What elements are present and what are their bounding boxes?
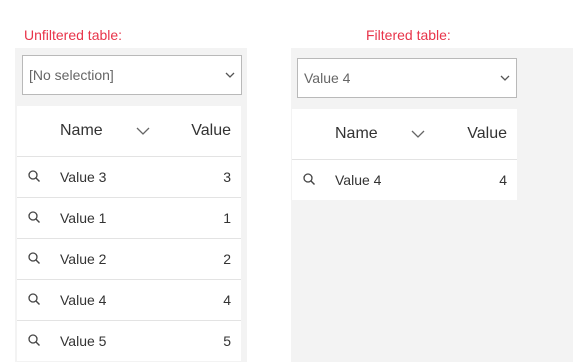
table-body: Value 4 4 bbox=[292, 160, 517, 200]
row-value: 4 bbox=[499, 172, 507, 188]
row-value: 3 bbox=[223, 169, 231, 185]
table-row[interactable]: Value 4 4 bbox=[17, 280, 241, 321]
row-name: Value 4 bbox=[335, 172, 382, 188]
filtered-select-value: Value 4 bbox=[304, 70, 351, 86]
filtered-table: Name Value Value 4 4 bbox=[292, 109, 517, 200]
filtered-caption: Filtered table: bbox=[366, 25, 451, 45]
column-header-value[interactable]: Value bbox=[467, 109, 507, 159]
table-row[interactable]: Value 3 3 bbox=[17, 157, 241, 198]
chevron-down-icon bbox=[500, 75, 510, 81]
row-name: Value 5 bbox=[60, 333, 107, 349]
row-value: 1 bbox=[223, 210, 231, 226]
column-header-name[interactable]: Name bbox=[335, 109, 378, 159]
table-row[interactable]: Value 5 5 bbox=[17, 321, 241, 361]
row-name: Value 2 bbox=[60, 251, 107, 267]
filtered-select[interactable]: Value 4 bbox=[297, 58, 517, 98]
column-header-name[interactable]: Name bbox=[60, 106, 103, 156]
search-icon[interactable] bbox=[27, 251, 41, 265]
row-value: 4 bbox=[223, 292, 231, 308]
row-name: Value 4 bbox=[60, 292, 107, 308]
row-value: 5 bbox=[223, 333, 231, 349]
search-icon[interactable] bbox=[302, 172, 316, 186]
table-row[interactable]: Value 1 1 bbox=[17, 198, 241, 239]
table-row[interactable]: Value 2 2 bbox=[17, 239, 241, 280]
search-icon[interactable] bbox=[27, 210, 41, 224]
row-name: Value 1 bbox=[60, 210, 107, 226]
row-name: Value 3 bbox=[60, 169, 107, 185]
table-header: Name Value bbox=[17, 106, 241, 157]
table-body: Value 3 3 Value 1 1 Value 2 2 Value 4 4 … bbox=[17, 157, 241, 361]
unfiltered-caption: Unfiltered table: bbox=[24, 25, 123, 45]
table-header: Name Value bbox=[292, 109, 517, 160]
chevron-down-icon[interactable] bbox=[410, 127, 426, 141]
unfiltered-table: Name Value Value 3 3 Value 1 1 Value 2 2… bbox=[17, 106, 241, 361]
column-header-value[interactable]: Value bbox=[191, 106, 231, 156]
search-icon[interactable] bbox=[27, 292, 41, 306]
unfiltered-select[interactable]: [No selection] bbox=[22, 55, 242, 95]
unfiltered-select-value: [No selection] bbox=[29, 67, 114, 83]
search-icon[interactable] bbox=[27, 169, 41, 183]
chevron-down-icon[interactable] bbox=[135, 124, 151, 138]
row-value: 2 bbox=[223, 251, 231, 267]
table-row[interactable]: Value 4 4 bbox=[292, 160, 517, 200]
chevron-down-icon bbox=[225, 72, 235, 78]
search-icon[interactable] bbox=[27, 333, 41, 347]
